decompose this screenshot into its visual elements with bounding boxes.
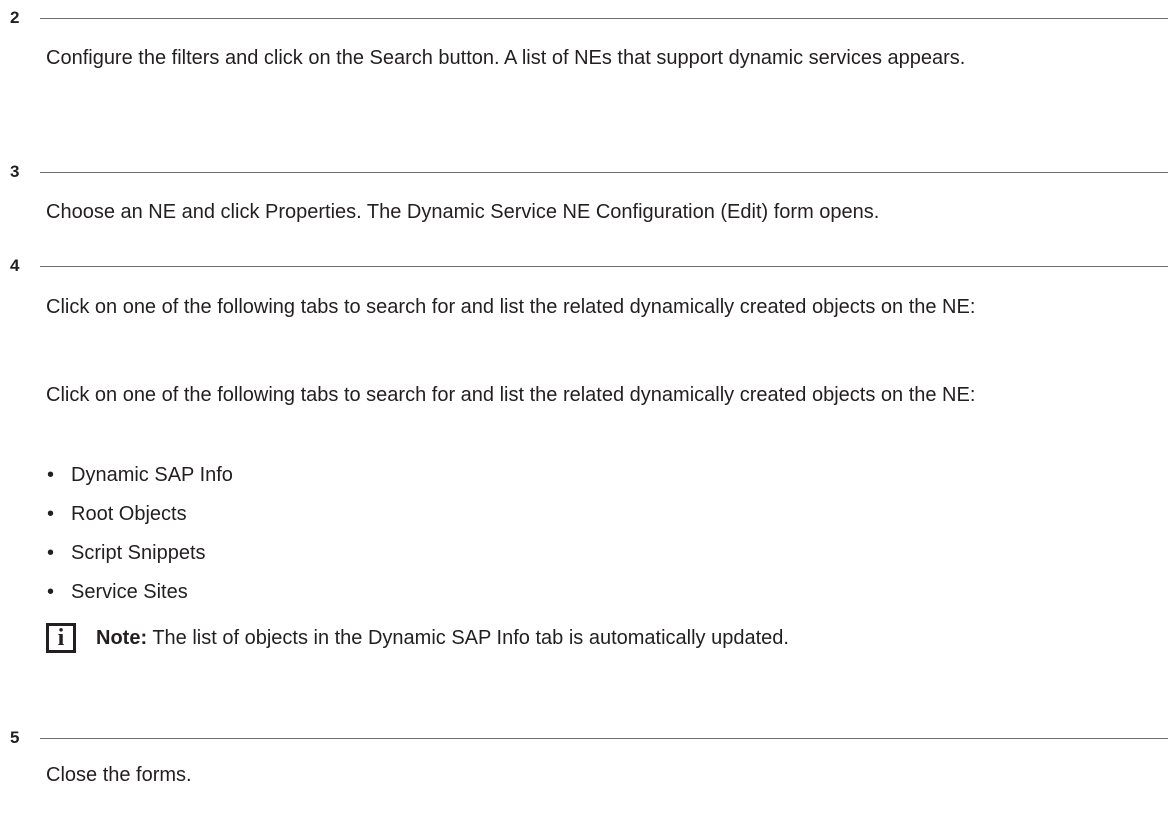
procedure-page: { "steps": [ { "number": "2", "text": "C… bbox=[0, 0, 1172, 821]
bullet-icon: • bbox=[47, 464, 55, 486]
step-4-text: Click on one of the following tabs to se… bbox=[46, 296, 976, 318]
step-number: 3 bbox=[10, 162, 20, 181]
list-item-label: Script Snippets bbox=[71, 542, 206, 564]
note-label: Note: bbox=[96, 627, 148, 649]
step-divider bbox=[40, 172, 1168, 173]
list-item: • Dynamic SAP Info bbox=[47, 462, 233, 488]
step-3-header: 3 bbox=[0, 162, 1172, 182]
list-item: • Script Snippets bbox=[47, 540, 206, 566]
step-number: 5 bbox=[10, 728, 20, 747]
note-text: Note: The list of objects in the Dynamic… bbox=[96, 623, 789, 653]
step-5-header: 5 bbox=[0, 728, 1172, 748]
step-number: 2 bbox=[10, 8, 20, 27]
list-item-label: Service Sites bbox=[71, 581, 188, 603]
step-5-text: Close the forms. bbox=[46, 764, 192, 786]
list-item-label: Dynamic SAP Info bbox=[71, 464, 233, 486]
step-2-text: Configure the filters and click on the S… bbox=[46, 47, 966, 69]
step-divider bbox=[40, 738, 1168, 739]
list-item-label: Root Objects bbox=[71, 503, 187, 525]
bullet-icon: • bbox=[47, 581, 55, 603]
step-4-text-repeat: Click on one of the following tabs to se… bbox=[46, 384, 976, 406]
step-3-text: Choose an NE and click Properties. The D… bbox=[46, 201, 880, 223]
bullet-icon: • bbox=[47, 503, 55, 525]
bullet-icon: • bbox=[47, 542, 55, 564]
step-2-header: 2 bbox=[0, 8, 1172, 28]
step-divider bbox=[40, 18, 1168, 19]
list-item: • Service Sites bbox=[47, 579, 188, 605]
step-4-header: 4 bbox=[0, 256, 1172, 276]
info-icon: i bbox=[46, 623, 76, 653]
list-item: • Root Objects bbox=[47, 501, 187, 527]
step-divider bbox=[40, 266, 1168, 267]
step-number: 4 bbox=[10, 256, 20, 275]
note-body: The list of objects in the Dynamic SAP I… bbox=[152, 627, 789, 649]
